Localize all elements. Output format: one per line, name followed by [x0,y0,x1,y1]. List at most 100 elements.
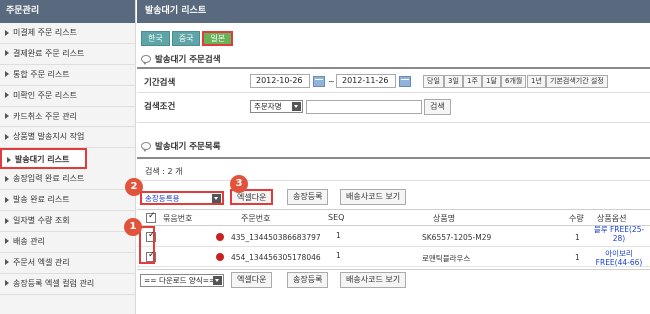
courier-code-button-bottom[interactable]: 배송사코드 보기 [340,272,407,288]
column-header: 수량 [569,214,584,223]
tab-japan[interactable]: 일본 [202,31,234,46]
quick-3day-button[interactable]: 3일 [444,75,463,88]
table-row[interactable]: 435_134450386683797 1 SK6557-1205-M29 1 … [137,225,650,247]
period-row: 기간검색 2012-10-26 ~ 2012-11-26 당일 3일 1주 1달… [137,69,650,93]
product-option: 아이보리 FREE(44-66) [595,249,643,267]
quick-1month-button[interactable]: 1달 [482,75,501,88]
sidebar-menu: 미결제 주문 리스트 결제완료 주문 리스트 통합 주문 리스트 미확인 주문 … [0,23,135,295]
chevron-down-icon [213,276,222,285]
japan-flag-icon [216,253,224,261]
search-section-title: 발송대기 주문검색 [141,53,221,65]
tab-china[interactable]: 중국 [171,31,201,46]
sidebar-item-label: 결제완료 주문 리스트 [13,48,85,58]
default-period-button[interactable]: 기본검색기간 설정 [546,75,608,88]
sidebar-item-label: 송장등록 엑셀 컬럼 관리 [13,278,95,288]
invoice-register-button[interactable]: 송장등록 [287,189,329,205]
list-section-title: 발송대기 주문목록 [141,140,221,152]
sidebar-item-label: 송장입력 완료 리스트 [13,174,85,184]
triangle-bullet-icon [5,238,9,245]
triangle-bullet-icon [5,50,9,57]
tab-korea[interactable]: 한국 [141,31,170,46]
callout-badge-3: 3 [230,175,248,193]
search-keyword-input[interactable] [306,100,422,114]
triangle-bullet-icon [5,29,9,36]
result-count: 검색 : 2 개 [145,167,183,176]
date-from-input[interactable]: 2012-10-26 [250,74,310,88]
sidebar-item-label: 일자별 수량 조회 [13,216,70,226]
quantity: 1 [575,233,580,242]
sidebar-item-pending-shipment[interactable]: 발송대기 리스트 [0,148,87,170]
sidebar-item-order-excel[interactable]: 주문서 엑셀 관리 [0,253,135,274]
triangle-bullet-icon [5,259,9,266]
checkbox-highlight [139,226,155,264]
quick-1year-button[interactable]: 1년 [527,75,546,88]
speech-bubble-icon [141,142,151,152]
search-section-label: 발송대기 주문검색 [155,55,221,65]
chevron-down-icon [292,102,301,111]
sidebar-item-daily-qty[interactable]: 일자별 수량 조회 [0,211,135,232]
sidebar-item-label: 배송 관리 [13,236,45,246]
search-button[interactable]: 검색 [424,99,451,115]
sidebar-item-paid-orders[interactable]: 결제완료 주문 리스트 [0,44,135,65]
order-number: 454_134456305178046 [231,253,321,262]
product-option: 블루 FREE(25-28) [593,225,645,243]
quick-6month-button[interactable]: 6개월 [501,75,527,88]
sidebar-item-label: 주문서 엑셀 관리 [13,257,70,267]
download-format-select[interactable]: == 다운로드 양식== [140,274,224,287]
quick-today-button[interactable]: 당일 [423,75,444,88]
order-number: 435_134450386683797 [231,233,321,242]
sidebar-item-label: 발송 완료 리스트 [13,195,70,205]
calendar-icon[interactable] [399,76,411,87]
status-select[interactable]: 송장등록용 [140,191,224,205]
status-select-value: 송장등록용 [145,194,180,203]
sidebar-item-card-cancel[interactable]: 카드취소 주문 관리 [0,107,135,128]
sidebar-item-unconfirmed-orders[interactable]: 미확인 주문 리스트 [0,86,135,107]
excel-download-button-bottom[interactable]: 엑셀다운 [231,272,273,288]
condition-select-value: 주문자명 [254,102,282,111]
sidebar-item-label: 미결제 주문 리스트 [13,28,77,37]
callout-badge-1: 1 [124,218,142,236]
sidebar-item-label: 카드취소 주문 관리 [13,111,77,121]
date-to-input[interactable]: 2012-11-26 [336,74,396,88]
seq: 1 [336,231,341,240]
column-header: 묶음번호 [163,214,193,223]
product-name: SK6557-1205-M29 [422,233,492,242]
triangle-bullet-icon [5,217,9,224]
sidebar-item-invoice-excel-columns[interactable]: 송장등록 엑셀 컬럼 관리 [0,274,135,295]
sidebar-item-shipped[interactable]: 발송 완료 리스트 [0,190,135,212]
column-header: 상품옵션 [597,214,627,223]
courier-code-button[interactable]: 배송사코드 보기 [340,189,407,205]
list-section-label: 발송대기 주문목록 [155,142,221,152]
sidebar-item-unpaid-orders[interactable]: 미결제 주문 리스트 [0,23,135,44]
quick-1week-button[interactable]: 1주 [463,75,482,88]
table-header: 묶음번호 주문번호 SEQ 상품명 수량 상품옵션 [137,209,650,226]
sidebar-item-delivery[interactable]: 배송 관리 [0,232,135,253]
table-row[interactable]: 454_134456305178046 1 로맨틱블라우스 1 아이보리 FRE… [137,247,650,267]
column-header: SEQ [328,213,345,222]
chevron-down-icon [212,194,221,203]
period-label: 기간검색 [144,78,176,88]
triangle-bullet-icon [5,196,9,203]
sidebar: 주문관리 미결제 주문 리스트 결제완료 주문 리스트 통합 주문 리스트 미확… [0,0,136,314]
condition-row: 검색조건 주문자명 검색 [137,93,650,123]
download-format-value: == 다운로드 양식== [144,276,216,285]
column-header: 상품명 [433,214,456,223]
condition-select[interactable]: 주문자명 [250,100,303,113]
quantity: 1 [575,253,580,262]
sidebar-item-label: 상품별 발송지시 작업 [13,132,85,142]
triangle-bullet-icon [5,71,9,78]
result-count-row: 검색 : 2 개 [137,157,650,181]
sidebar-item-all-orders[interactable]: 통합 주문 리스트 [0,65,135,86]
date-separator: ~ [328,77,335,86]
select-all-checkbox[interactable] [146,211,156,223]
invoice-register-button-bottom[interactable]: 송장등록 [287,272,329,288]
bottom-action-bar: == 다운로드 양식== 엑셀다운 송장등록 배송사코드 보기 [137,269,650,289]
triangle-bullet-icon [5,92,9,99]
speech-bubble-icon [141,55,151,65]
sidebar-item-ship-instruction[interactable]: 상품별 발송지시 작업 [0,127,135,149]
sidebar-item-label: 발송대기 리스트 [15,155,70,165]
top-action-bar: 송장등록용 엑셀다운 송장등록 배송사코드 보기 [137,186,650,208]
triangle-bullet-icon [5,113,9,120]
sidebar-item-invoice-done[interactable]: 송장입력 완료 리스트 [0,169,135,191]
calendar-icon[interactable] [313,76,325,87]
